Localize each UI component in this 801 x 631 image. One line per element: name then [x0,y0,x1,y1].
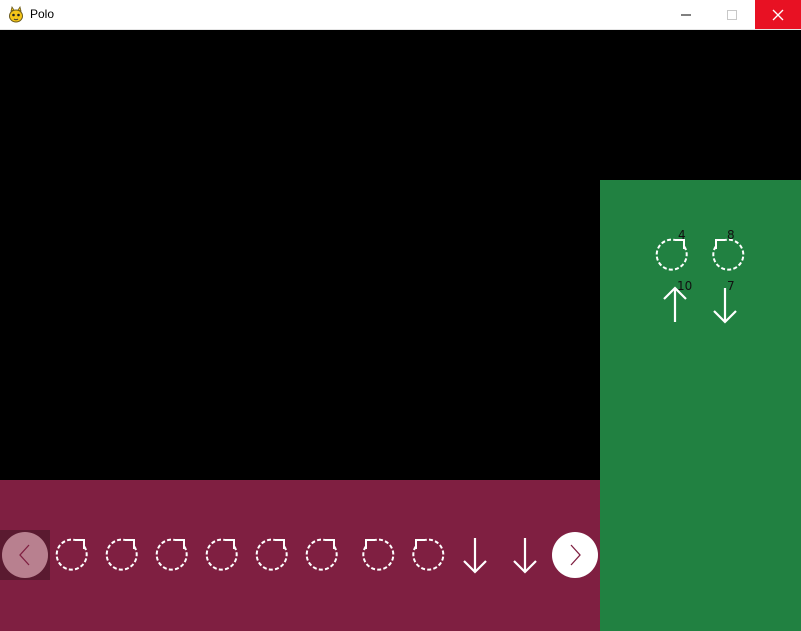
command-palette [600,180,801,631]
next-page-button[interactable] [552,532,598,578]
prev-page-button[interactable] [2,532,48,578]
rotate-clockwise-icon [305,538,338,571]
palette-count-rotate-counterclockwise: 8 [727,228,735,242]
rotate-counterclockwise-icon [712,238,745,271]
rotate-clockwise-icon [255,538,288,571]
chevron-left-icon [19,544,30,566]
close-button[interactable] [755,0,801,29]
rotate-clockwise-icon [655,238,688,271]
title-bar: Polo [0,0,801,30]
program-slot-rotate-counterclockwise[interactable] [352,532,398,578]
arrow-down-icon [463,538,487,574]
chevron-right-icon [570,544,581,566]
palette-count-rotate-clockwise: 4 [678,228,686,242]
window-title: Polo [30,7,55,21]
minimize-button[interactable] [663,0,709,29]
palette-rotate-counterclockwise[interactable] [702,232,748,278]
program-slot-rotate-clockwise[interactable] [102,532,148,578]
arrow-down-icon [713,288,737,324]
program-slot-move-down[interactable] [502,532,548,578]
palette-move-down[interactable] [702,282,748,328]
pygame-snake-icon [8,6,24,23]
rotate-clockwise-icon [205,538,238,571]
rotate-counterclockwise-icon [362,538,395,571]
maximize-icon [727,10,737,20]
palette-count-move-down: 7 [727,279,735,293]
rotate-clockwise-icon [105,538,138,571]
palette-rotate-clockwise[interactable] [652,232,698,278]
program-slot-rotate-clockwise[interactable] [202,532,248,578]
close-icon [772,9,784,21]
program-slot-rotate-clockwise[interactable] [252,532,298,578]
program-slot-move-down[interactable] [452,532,498,578]
rotate-counterclockwise-icon [412,538,445,571]
prev-page-button-frame [0,530,50,580]
rotate-clockwise-icon [55,538,88,571]
program-slot-rotate-counterclockwise[interactable] [402,532,448,578]
program-slot-rotate-clockwise[interactable] [302,532,348,578]
rotate-clockwise-icon [155,538,188,571]
program-slot-rotate-clockwise[interactable] [52,532,98,578]
program-slot-rotate-clockwise[interactable] [152,532,198,578]
minimize-icon [681,14,691,16]
palette-count-move-up: 10 [677,279,693,293]
maximize-button[interactable] [709,0,755,29]
arrow-down-icon [513,538,537,574]
